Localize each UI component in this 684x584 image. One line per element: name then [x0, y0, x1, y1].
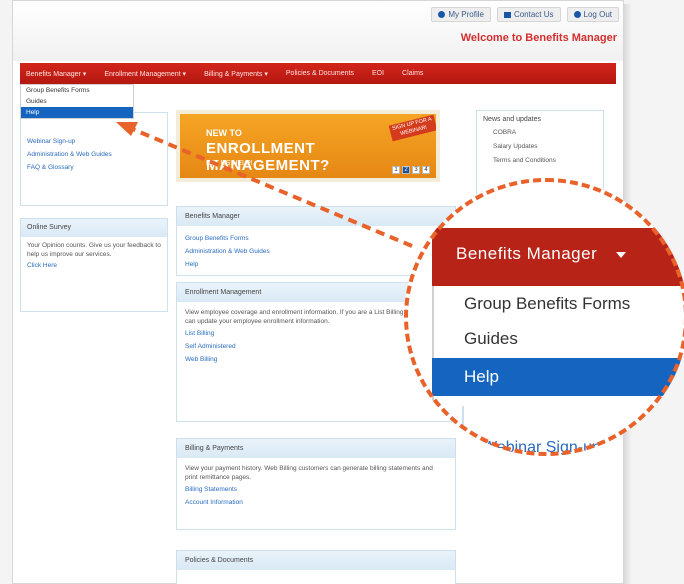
quick-links-box: Webinar Sign-up Administration & Web Gui…	[20, 112, 168, 206]
banner-page-3[interactable]: 3	[412, 166, 420, 174]
chevron-down-icon	[616, 252, 626, 258]
nav-eoi[interactable]: EOI	[372, 70, 384, 77]
contact-us-link[interactable]: Contact Us	[496, 7, 561, 22]
online-survey-box: Online Survey Your Opinion counts. Give …	[20, 218, 168, 312]
banner-stamp: SIGN UP FOR A WEBINAR!	[388, 114, 436, 142]
power-icon	[573, 11, 581, 18]
magnified-nav-label: Benefits Manager	[456, 244, 598, 263]
magnified-guides: Guides	[464, 329, 518, 348]
magnified-sidebar-border	[462, 406, 464, 456]
nav-benefits-manager[interactable]: Benefits Manager ▾	[26, 70, 86, 78]
dropdown-help[interactable]: Help	[21, 107, 133, 118]
header: My Profile Contact Us Log Out Welcome to…	[13, 1, 623, 61]
news-item-cobra[interactable]: COBRA	[493, 129, 597, 136]
web-billing-link[interactable]: Web Billing	[185, 356, 447, 363]
account-information-link[interactable]: Account Information	[185, 499, 447, 506]
my-profile-label: My Profile	[448, 10, 484, 19]
news-item-terms[interactable]: Terms and Conditions	[493, 157, 597, 164]
group-benefits-forms-link[interactable]: Group Benefits Forms	[185, 235, 447, 242]
administration-web-guides-link[interactable]: Administration & Web Guides	[185, 248, 447, 255]
faq-glossary-link[interactable]: FAQ & Glossary	[27, 164, 161, 171]
nav-policies-documents[interactable]: Policies & Documents	[286, 70, 354, 77]
news-updates-title: News and updates	[483, 116, 541, 123]
benefits-manager-dropdown: Group Benefits Forms Guides Help	[20, 84, 134, 119]
billing-statements-link[interactable]: Billing Statements	[185, 486, 447, 493]
magnified-webinar-signup: Webinar Sign-up	[482, 439, 601, 456]
top-links: My Profile Contact Us Log Out	[431, 7, 619, 22]
news-item-salary-updates[interactable]: Salary Updates	[493, 143, 597, 150]
billing-payments-text: View your payment history. Web Billing c…	[185, 465, 433, 481]
nav-billing-payments[interactable]: Billing & Payments ▾	[204, 70, 268, 78]
online-survey-text: Your Opinion counts. Give us your feedba…	[27, 242, 161, 258]
dropdown-guides[interactable]: Guides	[21, 96, 133, 107]
banner-page-1[interactable]: 1	[392, 166, 400, 174]
log-out-label: Log Out	[583, 10, 612, 19]
magnified-help: Help	[464, 367, 499, 386]
webinar-signup-link[interactable]: Webinar Sign-up	[27, 138, 161, 145]
policies-documents-box: Policies & Documents	[176, 550, 456, 584]
envelope-icon	[503, 11, 511, 18]
enrollment-banner[interactable]: NEW TO ENROLLMENT MANAGEMENT? LET US HEL…	[176, 110, 440, 182]
help-link[interactable]: Help	[185, 261, 447, 268]
online-survey-title: Online Survey	[21, 219, 167, 237]
benefits-manager-box-title: Benefits Manager	[177, 207, 455, 226]
survey-click-here-link[interactable]: Click Here	[27, 262, 161, 269]
banner-pager: 1 2 3 4	[392, 166, 430, 174]
banner-page-4[interactable]: 4	[422, 166, 430, 174]
user-icon	[438, 11, 446, 18]
main-nav: Benefits Manager ▾ Enrollment Management…	[20, 63, 616, 84]
billing-payments-box: Billing & Payments View your payment his…	[176, 438, 456, 530]
welcome-heading: Welcome to Benefits Manager	[460, 32, 617, 44]
my-profile-link[interactable]: My Profile	[431, 7, 491, 22]
banner-page-2[interactable]: 2	[402, 166, 410, 174]
magnified-view: Benefits Manager Group Benefits Forms Gu…	[404, 178, 684, 456]
dropdown-group-benefits-forms[interactable]: Group Benefits Forms	[21, 85, 133, 96]
contact-us-label: Contact Us	[513, 10, 554, 19]
banner-line-3: LET US HELP!	[206, 160, 253, 167]
policies-documents-box-title: Policies & Documents	[177, 551, 455, 570]
nav-claims[interactable]: Claims	[402, 70, 423, 77]
admin-web-guides-link[interactable]: Administration & Web Guides	[27, 151, 161, 158]
magnified-group-benefits-forms: Group Benefits Forms	[464, 294, 631, 313]
billing-payments-box-title: Billing & Payments	[177, 439, 455, 458]
log-out-link[interactable]: Log Out	[566, 7, 619, 22]
banner-line-1: NEW TO	[206, 128, 242, 138]
nav-enrollment-management[interactable]: Enrollment Management ▾	[104, 70, 186, 78]
